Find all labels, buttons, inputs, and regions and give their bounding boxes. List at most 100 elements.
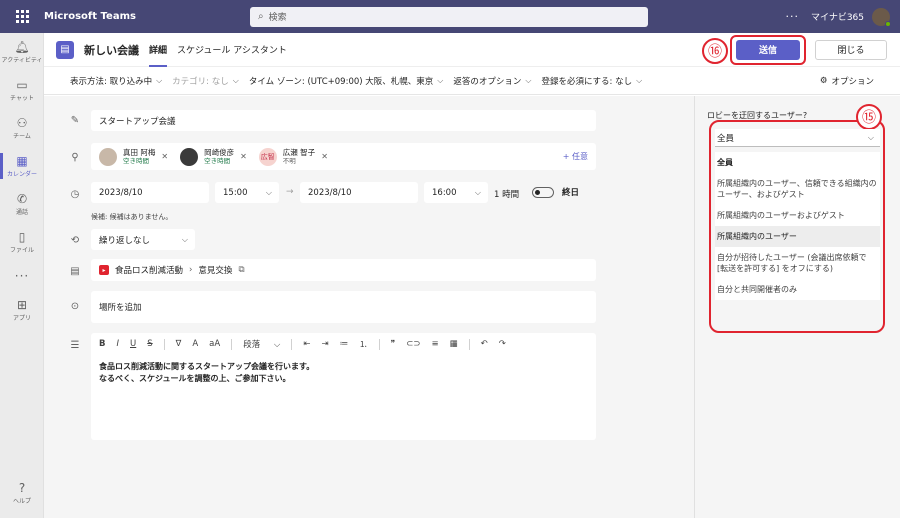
meeting-body-editor[interactable]: B I U S ∇ A aA 段落 ⌵ ⇤ ⇥ ≔ ⒈ ❞ ⊂⊃ ≡ ▦ ↶ ↷… — [91, 333, 596, 440]
attendee-chip: 岡崎俊彦 空き時間 ✕ — [180, 147, 247, 166]
all-day-toggle[interactable]: 終日 — [532, 186, 579, 198]
title-input[interactable]: スタートアップ会議 — [91, 110, 596, 131]
align-icon[interactable]: ≡ — [431, 339, 438, 349]
option-organizers-only[interactable]: 自分と共同開催者のみ — [715, 279, 880, 300]
copy-icon: ⧉ — [238, 265, 245, 275]
attendees-field[interactable]: 真田 阿梅 空き時間 ✕ 岡崎俊彦 空き時間 ✕ 広智 広瀬 智子 不明 ✕ + 任意 — [91, 143, 596, 170]
rail-item-chat[interactable]: ▭ チャット — [0, 71, 44, 109]
step-badge-15: ⑮ — [856, 104, 882, 130]
attendee-name: 岡崎俊彦 — [204, 148, 235, 157]
quote-icon[interactable]: ❞ — [391, 339, 396, 349]
option-invited[interactable]: 自分が招待したユーザー (会議出席依頼で [転送を許可する] をオフにする) — [715, 247, 880, 279]
lobby-bypass-options: 全員 所属組織内のユーザー、信頼できる組織内のユーザー、およびゲスト 所属組織内… — [715, 152, 880, 300]
strikethrough-icon[interactable]: S — [147, 339, 152, 349]
remove-attendee-icon[interactable]: ✕ — [240, 152, 247, 161]
presence-icon — [885, 20, 891, 27]
chevron-down-icon: ⌵ — [265, 187, 272, 197]
selected-value: 全員 — [717, 133, 735, 144]
attendees-icon: ⚲ — [71, 152, 79, 163]
channel-icon: ▤ — [70, 266, 80, 277]
remove-attendee-icon[interactable]: ✕ — [161, 152, 168, 161]
bullet-list-icon[interactable]: ≔ — [340, 339, 349, 349]
timezone-dropdown[interactable]: タイム ゾーン: (UTC+09:00) 大阪、札幌、東京 ⌵ — [249, 75, 444, 87]
tab-details[interactable]: 詳細 — [149, 33, 168, 67]
chevron-down-icon: ⌵ — [474, 187, 481, 197]
numbered-list-icon[interactable]: ⒈ — [359, 338, 368, 350]
redo-icon[interactable]: ↷ — [499, 339, 506, 349]
title-bar: Microsoft Teams ⌕ 検索 ··· マイナビ365 — [0, 0, 900, 33]
attendee-status: 不明 — [282, 157, 296, 165]
option-org-guests[interactable]: 所属組織内のユーザーおよびゲスト — [715, 205, 880, 226]
indent-icon[interactable]: ⇥ — [321, 339, 328, 349]
meeting-header: ▤ 新しい会議 詳細 スケジュール アシスタント 送信 ⑯ 閉じる — [44, 33, 900, 67]
underline-icon[interactable]: U — [130, 339, 136, 349]
paragraph-dropdown[interactable]: 段落 ⌵ — [243, 338, 280, 350]
options-label: オプション — [831, 76, 874, 87]
app-launcher-button[interactable] — [0, 0, 44, 33]
font-size-icon[interactable]: aA — [209, 339, 220, 349]
show-as-dropdown[interactable]: 表示方法: 取り込み中 ⌵ — [70, 75, 162, 87]
rail-item-files[interactable]: ▯ ファイル — [0, 223, 44, 261]
avatar — [180, 147, 199, 166]
attendee-name: 真田 阿梅 — [123, 148, 156, 157]
chat-icon: ▭ — [16, 77, 28, 92]
attendee-chip: 真田 阿梅 空き時間 ✕ — [99, 147, 168, 166]
rail-label: アクティビティ — [1, 56, 43, 64]
meeting-toolbar: 表示方法: 取り込み中 ⌵ カテゴリ: なし ⌵ タイム ゾーン: (UTC+09:… — [44, 67, 900, 95]
table-icon[interactable]: ▦ — [450, 339, 458, 349]
option-org-only[interactable]: 所属組織内のユーザー — [715, 226, 880, 247]
file-icon: ▯ — [18, 229, 26, 244]
option-org-trusted-guests[interactable]: 所属組織内のユーザー、信頼できる組織内のユーザー、およびゲスト — [715, 173, 880, 205]
rail-item-apps[interactable]: ⊞ アプリ — [0, 291, 44, 329]
undo-icon[interactable]: ↶ — [481, 339, 488, 349]
attendee-status: 空き時間 — [123, 157, 149, 165]
more-options-icon[interactable]: ··· — [786, 10, 800, 23]
end-date-input[interactable]: 2023/8/10 — [300, 182, 418, 203]
option-everyone[interactable]: 全員 — [715, 152, 880, 173]
rail-item-calls[interactable]: ✆ 通話 — [0, 185, 44, 223]
rail-label: ファイル — [9, 246, 34, 254]
attendee-chip: 広智 広瀬 智子 不明 ✕ — [258, 147, 328, 166]
repeat-select[interactable]: 繰り返しなし ⌵ — [91, 229, 195, 250]
chevron-right-icon: › — [189, 265, 193, 275]
search-icon: ⌕ — [258, 11, 264, 22]
channel-name: 意見交換 — [198, 266, 233, 276]
lobby-bypass-select[interactable]: 全員 ⌵ — [715, 129, 880, 147]
more-apps-icon[interactable]: ··· — [0, 261, 44, 291]
italic-icon[interactable]: I — [116, 339, 119, 349]
send-highlight — [730, 34, 806, 65]
rail-item-calendar[interactable]: ▦ カレンダー — [0, 147, 44, 185]
meeting-options-button[interactable]: ⚙ オプション — [820, 75, 874, 87]
highlight-icon[interactable]: ∇ — [176, 339, 182, 349]
add-optional-button[interactable]: + 任意 — [563, 151, 588, 162]
team-icon: ▸ — [99, 265, 109, 275]
rail-item-help[interactable]: ? ヘルプ — [0, 474, 44, 512]
avatar[interactable] — [872, 7, 891, 27]
calendar-icon: ▦ — [16, 153, 28, 168]
tab-scheduling-assistant[interactable]: スケジュール アシスタント — [177, 33, 287, 67]
close-button[interactable]: 閉じる — [815, 39, 887, 60]
link-icon[interactable]: ⊂⊃ — [406, 339, 420, 349]
end-time-select[interactable]: 16:00 ⌵ — [424, 182, 488, 203]
channel-field[interactable]: ▸ 食品ロス削減活動 › 意見交換 ⧉ — [91, 259, 596, 281]
start-time-select[interactable]: 15:00 ⌵ — [215, 182, 279, 203]
bold-icon[interactable]: B — [99, 339, 105, 349]
user-name: マイナビ365 — [811, 13, 864, 23]
chevron-down-icon: ⌵ — [867, 132, 874, 142]
search-input[interactable]: ⌕ 検索 — [250, 6, 648, 27]
team-name: 食品ロス削減活動 — [115, 266, 184, 276]
step-badge-16: ⑯ — [702, 37, 728, 64]
registration-dropdown[interactable]: 登録を必須にする: なし ⌵ — [541, 75, 642, 87]
rail-item-activity[interactable]: 🔔︎ アクティビティ — [0, 33, 44, 71]
font-color-icon[interactable]: A — [192, 339, 198, 349]
editor-content[interactable]: 食品ロス削減活動に関するスタートアップ会議を行います。 なるべく、スケジュールを… — [91, 355, 596, 391]
repeat-icon: ⟲ — [70, 235, 80, 246]
remove-attendee-icon[interactable]: ✕ — [321, 152, 328, 161]
rail-label: アプリ — [12, 314, 31, 322]
location-input[interactable]: 場所を追加 — [91, 291, 596, 323]
start-date-input[interactable]: 2023/8/10 — [91, 182, 209, 203]
rail-item-teams[interactable]: ⚇ チーム — [0, 109, 44, 147]
category-dropdown[interactable]: カテゴリ: なし ⌵ — [172, 75, 239, 87]
response-options-dropdown[interactable]: 返答のオプション ⌵ — [453, 75, 531, 87]
outdent-icon[interactable]: ⇤ — [303, 339, 310, 349]
